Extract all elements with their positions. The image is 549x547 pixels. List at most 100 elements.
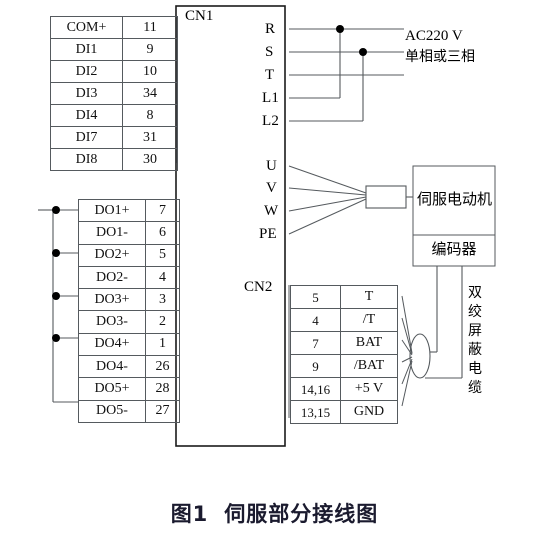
cn2-signal-name: T (340, 285, 398, 309)
cn1-signal-name: DI7 (50, 126, 123, 149)
junction-dot-do1 (52, 206, 60, 214)
do-pin-number: 5 (145, 243, 180, 267)
cn2-signal-name: +5 V (340, 377, 398, 401)
cn2-pin-number: 14,16 (290, 377, 341, 401)
table-row: DI8 30 (50, 148, 178, 171)
cn1-signal-name: COM+ (50, 16, 123, 39)
terminal-label-l2: L2 (262, 113, 280, 129)
table-row: 14,16 +5 V (290, 377, 398, 401)
table-row: DO1- 6 (78, 221, 180, 245)
cn2-signal-name: GND (340, 400, 398, 424)
ac-voltage-label: AC220 V (405, 28, 463, 44)
cn1-signal-name: DI2 (50, 60, 123, 83)
ac-power-wiring (289, 25, 404, 122)
servo-wiring-diagram: .wire { stroke: #555a5e; stroke-width: 1… (0, 0, 549, 547)
table-row: 9 /BAT (290, 354, 398, 378)
motor-power-connector (365, 185, 407, 209)
do-signal-name: DO4+ (78, 332, 146, 357)
do-pin-number: 27 (145, 399, 180, 423)
junction-dot-do3 (52, 292, 60, 300)
do-signal-name: DO3+ (78, 288, 146, 312)
shielded-cable-note: 双绞屏蔽电缆 (468, 285, 482, 396)
table-row: DO3+ 3 (78, 288, 180, 312)
do-signal-name: DO5- (78, 399, 146, 423)
do-pin-number: 7 (145, 198, 180, 223)
table-row: 7 BAT (290, 331, 398, 355)
table-row: 4 /T (290, 308, 398, 332)
servo-motor-label: 伺服电动机 (417, 190, 493, 208)
cn2-signal-name: /BAT (340, 354, 398, 378)
ac-supply-note: AC220 V 单相或三相 (405, 26, 475, 68)
do-pin-number: 28 (145, 377, 180, 401)
cn2-terminal-table: 5 T 4 /T 7 BAT 9 /BAT 14,16 +5 V 13,15 G… (290, 285, 398, 424)
do-common-bus (38, 206, 78, 403)
ac-phase-label: 单相或三相 (405, 49, 475, 65)
cn2-pin-number: 13,15 (290, 400, 341, 424)
motor-power-wiring (288, 165, 413, 235)
do-terminal-table: DO1+ 7 DO1- 6 DO2+ 5 DO2- 4 DO3+ 3 DO3- … (78, 198, 180, 423)
terminal-label-v: V (266, 180, 278, 196)
encoder-cable-wiring (409, 266, 463, 379)
table-row: 5 T (290, 285, 398, 309)
figure-caption: 图1 伺服部分接线图 (0, 498, 549, 528)
do-signal-name: DO2- (78, 265, 146, 290)
terminal-label-r: R (265, 21, 276, 37)
table-row: DI2 10 (50, 60, 178, 83)
cn2-pin-number: 9 (290, 354, 341, 378)
cable-gland (409, 333, 431, 379)
junction-dot-do2 (52, 249, 60, 257)
table-row: DO2+ 5 (78, 243, 180, 267)
do-pin-number: 1 (145, 332, 180, 357)
encoder-label: 编码器 (431, 240, 477, 258)
table-row: DO1+ 7 (78, 198, 180, 223)
cn1-signal-name: DI4 (50, 104, 123, 127)
cn1-pin-number: 30 (122, 148, 178, 171)
table-row: COM+ 11 (50, 16, 178, 39)
do-pin-number: 6 (145, 221, 180, 245)
terminal-label-t: T (265, 67, 275, 83)
table-row: DO5- 27 (78, 399, 180, 423)
do-pin-number: 2 (145, 310, 180, 334)
cn1-pin-number: 10 (122, 60, 178, 83)
cn2-signal-name: BAT (340, 331, 398, 355)
cn2-pin-number: 5 (290, 285, 341, 309)
terminal-label-u: U (266, 158, 278, 174)
figure-number: 图1 (170, 502, 209, 526)
table-row: 13,15 GND (290, 400, 398, 424)
table-row: DI3 34 (50, 82, 178, 105)
do-pin-number: 3 (145, 288, 180, 312)
table-row: DO3- 2 (78, 310, 180, 334)
cn1-signal-name: DI8 (50, 148, 123, 171)
terminal-label-w: W (264, 203, 279, 219)
cn2-connector-label: CN2 (244, 279, 273, 295)
do-signal-name: DO1- (78, 221, 146, 245)
do-signal-name: DO3- (78, 310, 146, 334)
cn1-connector-label: CN1 (185, 8, 214, 24)
table-row: DI1 9 (50, 38, 178, 61)
cn1-pin-number: 34 (122, 82, 178, 105)
do-signal-name: DO2+ (78, 243, 146, 267)
junction-dot-do4 (52, 334, 60, 342)
junction-dot-s-l2 (359, 48, 367, 56)
do-pin-number: 26 (145, 355, 180, 379)
table-row: DO2- 4 (78, 265, 180, 290)
table-row: DI7 31 (50, 126, 178, 149)
table-row: DO4- 26 (78, 355, 180, 379)
cn1-signal-name: DI3 (50, 82, 123, 105)
figure-title: 伺服部分接线图 (224, 502, 379, 526)
cn1-terminal-table: COM+ 11 DI1 9 DI2 10 DI3 34 DI4 8 DI7 31 (50, 16, 178, 171)
cn1-pin-number: 8 (122, 104, 178, 127)
terminal-label-l1: L1 (262, 90, 280, 106)
terminal-label-s: S (265, 44, 274, 60)
cn2-signal-name: /T (340, 308, 398, 332)
terminal-label-pe: PE (259, 226, 277, 242)
do-signal-name: DO1+ (78, 198, 146, 223)
cn2-pin-number: 7 (290, 331, 341, 355)
cn1-signal-name: DI1 (50, 38, 123, 61)
do-signal-name: DO4- (78, 355, 146, 379)
cn1-pin-number: 11 (122, 16, 178, 39)
do-signal-name: DO5+ (78, 377, 146, 401)
table-row: DO4+ 1 (78, 332, 180, 357)
cn1-pin-number: 9 (122, 38, 178, 61)
cn1-pin-number: 31 (122, 126, 178, 149)
